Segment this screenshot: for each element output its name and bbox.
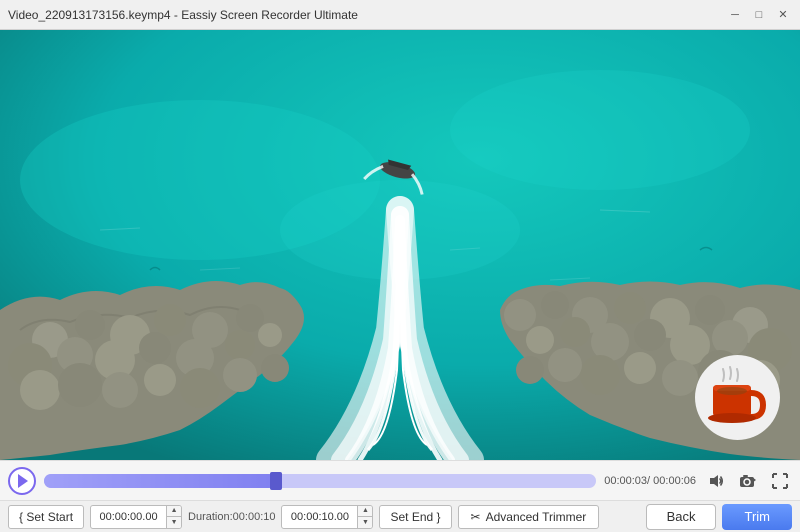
mug-overlay [695, 355, 780, 440]
fullscreen-icon [772, 473, 788, 489]
volume-button[interactable] [704, 469, 728, 493]
title-bar: Video_220913173156.keymp4 - Eassiy Scree… [0, 0, 800, 30]
title-text: Video_220913173156.keymp4 - Eassiy Scree… [8, 8, 358, 22]
video-frame [0, 30, 800, 460]
end-time-input[interactable] [282, 509, 357, 525]
camera-icon [739, 473, 757, 489]
trim-button[interactable]: Trim [722, 504, 792, 530]
start-time-input-group: ▲ ▼ [90, 505, 182, 529]
maximize-button[interactable]: □ [750, 6, 768, 24]
progress-fill [44, 474, 276, 488]
fullscreen-button[interactable] [768, 469, 792, 493]
scissors-icon: ✂ [471, 510, 481, 524]
start-time-down[interactable]: ▼ [167, 517, 181, 528]
playback-controls: 00:00:03/ 00:00:06 [0, 460, 800, 500]
set-start-button[interactable]: { Set Start [8, 505, 84, 529]
start-time-input[interactable] [91, 509, 166, 525]
current-time: 00:00:03 [604, 475, 647, 487]
minimize-button[interactable]: ─ [726, 6, 744, 24]
window-controls: ─ □ ✕ [726, 6, 792, 24]
start-time-up[interactable]: ▲ [167, 506, 181, 517]
video-player [0, 30, 800, 460]
bottom-toolbar: { Set Start ▲ ▼ Duration:00:00:10 ▲ ▼ Se… [0, 500, 800, 532]
progress-thumb[interactable] [270, 472, 282, 490]
close-button[interactable]: ✕ [774, 6, 792, 24]
start-time-spinner: ▲ ▼ [166, 506, 181, 528]
end-time-up[interactable]: ▲ [358, 506, 372, 517]
time-display: 00:00:03/ 00:00:06 [604, 475, 696, 487]
end-time-down[interactable]: ▼ [358, 517, 372, 528]
end-time-input-group: ▲ ▼ [281, 505, 373, 529]
volume-icon [708, 473, 724, 489]
camera-button[interactable] [736, 469, 760, 493]
advanced-label: Advanced Trimmer [486, 510, 587, 524]
progress-bar[interactable] [44, 474, 596, 488]
play-button[interactable] [8, 467, 36, 495]
play-icon [18, 474, 28, 488]
set-end-button[interactable]: Set End } [379, 505, 451, 529]
duration-label: Duration:00:00:10 [188, 511, 275, 523]
advanced-trimmer-button[interactable]: ✂ Advanced Trimmer [458, 505, 600, 529]
back-button[interactable]: Back [646, 504, 717, 530]
end-time-spinner: ▲ ▼ [357, 506, 372, 528]
total-time: 00:00:06 [653, 475, 696, 487]
